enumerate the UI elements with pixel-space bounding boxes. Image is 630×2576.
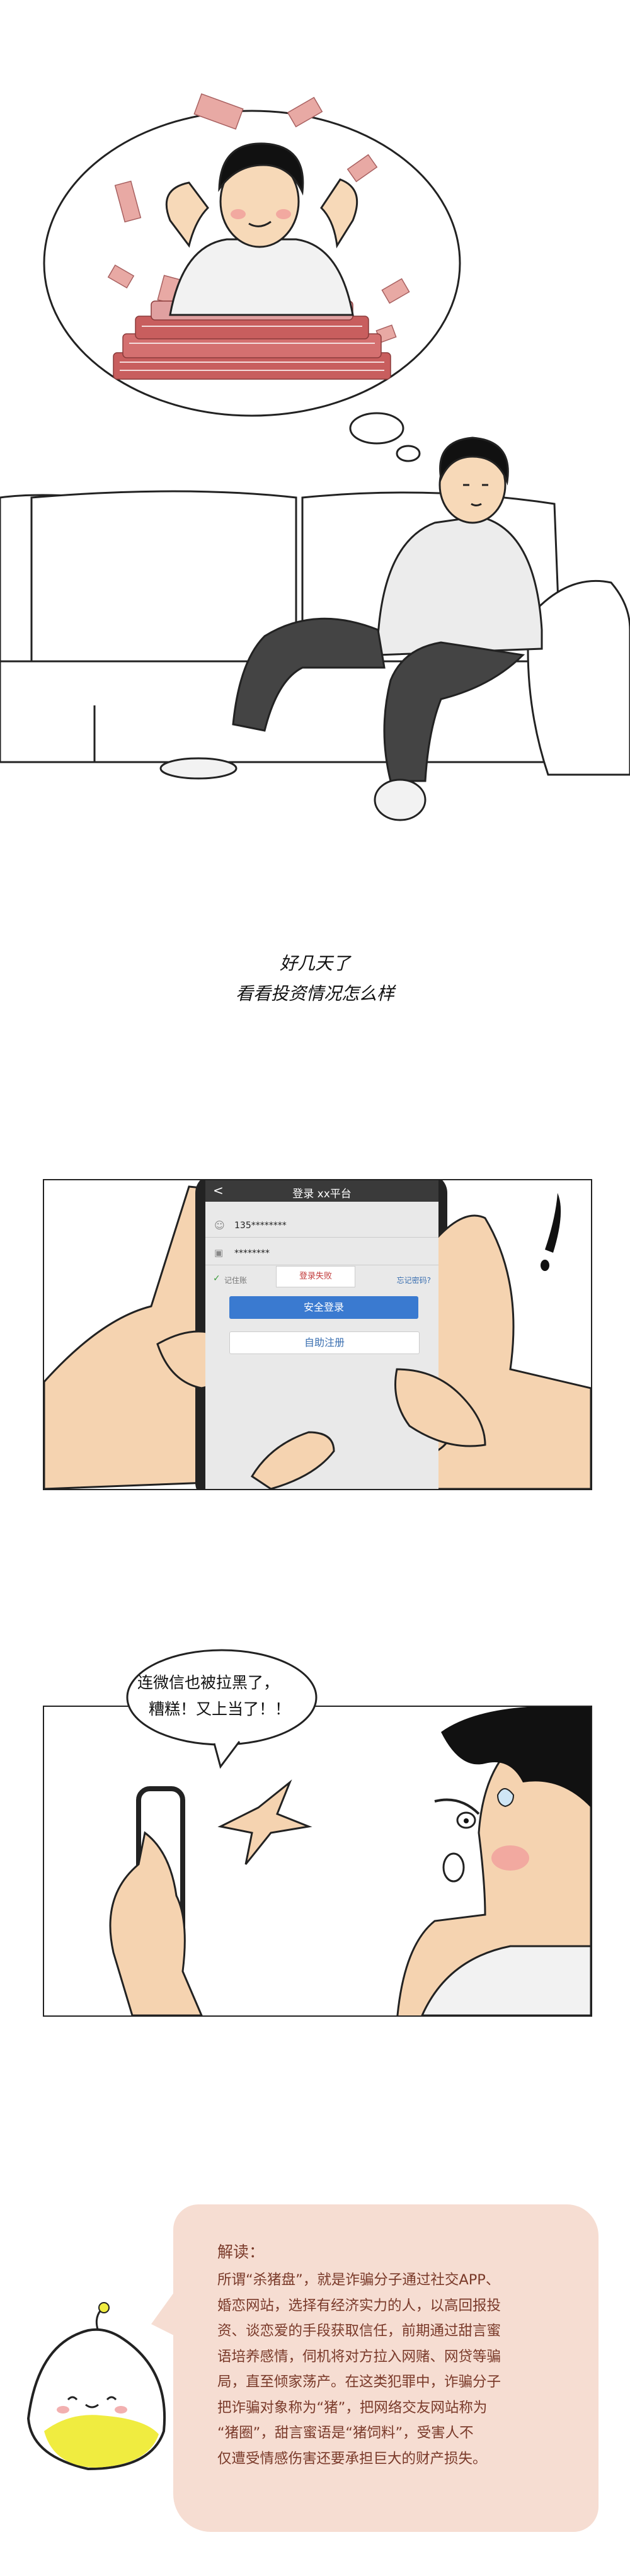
dream-illustration xyxy=(0,93,630,821)
note-body: 所谓“杀猪盘”，就是诈骗分子通过社交APP、 婚恋网站，选择有经济实力的人，以高… xyxy=(217,2267,608,2471)
note-line: 资、谈恋爱的手段获取信任，前期通过甜言蜜 xyxy=(217,2323,501,2339)
caption-line-2: 看看投资情况怎么样 xyxy=(235,983,394,1004)
thumb-overlay xyxy=(250,1368,486,1489)
thought-dot-small xyxy=(396,445,421,462)
note-line: 仅遭受情感伤害还要承担巨大的财产损失。 xyxy=(217,2450,487,2467)
thought-dot-large xyxy=(349,412,404,445)
note-line: 所谓“杀猪盘”，就是诈骗分子通过社交APP、 xyxy=(217,2272,500,2288)
note-line: “猪圈”，甜言蜜语是“猪饲料”，受害人不 xyxy=(217,2425,474,2441)
caption-line-1: 好几天了 xyxy=(279,953,350,974)
note-line: 局，直至倾家荡产。在这类犯罪中，诈骗分子 xyxy=(217,2374,501,2390)
note-line: 婚恋网站，选择有经济实力的人，以高回报投 xyxy=(217,2297,501,2314)
phone-panel: < 登录 xx平台 ☺ 135******** ▣ ******** ✓ 记住账… xyxy=(43,1179,592,1490)
note-line: 把诈骗对象称为“猪”，把网络交友网站称为 xyxy=(217,2399,488,2416)
speech-line-1: 连微信也被拉黑了， xyxy=(137,1673,280,1692)
note-line: 语培养感情，伺机将对方拉入网赌、网贷等骗 xyxy=(217,2348,501,2365)
speech-line-2: 糟糕！又上当了！！ xyxy=(149,1700,291,1718)
note-title: 解读： xyxy=(217,2243,265,2261)
mascot-icon xyxy=(26,2302,166,2471)
